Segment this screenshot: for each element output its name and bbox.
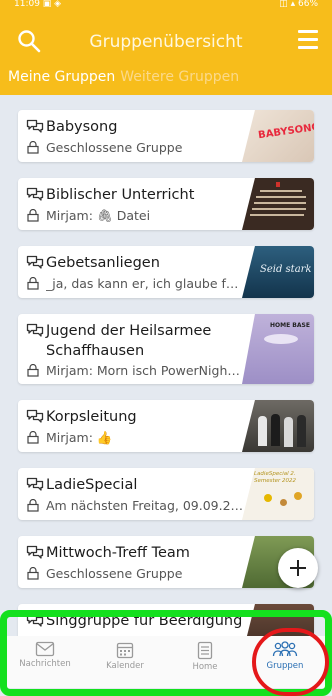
group-card-biblischer-unterricht[interactable]: Biblischer Unterricht Mirjam: 🖇 Datei bbox=[18, 178, 314, 230]
lock-icon bbox=[27, 277, 39, 290]
calendar-icon bbox=[116, 642, 134, 659]
thumbnail-text: Seid stark bbox=[260, 264, 312, 275]
group-subtitle: Mirjam: 🖇 Datei bbox=[46, 208, 151, 223]
group-name: Biblischer Unterricht bbox=[46, 187, 195, 203]
group-card-jugend-heilsarmee[interactable]: Jugend der Heilsarmee Schaffhausen Mirja… bbox=[18, 314, 314, 384]
group-thumbnail bbox=[242, 400, 314, 452]
group-thumbnail: BABYSONG bbox=[242, 110, 314, 162]
group-name: Mittwoch-Treff Team bbox=[46, 545, 190, 561]
chat-icon bbox=[26, 477, 44, 491]
group-subtitle: _ja, das kann er, ich glaube fes… bbox=[46, 276, 244, 291]
group-card-babysong[interactable]: Babysong Geschlossene Gruppe BABYSONG bbox=[18, 110, 314, 162]
chat-icon bbox=[26, 323, 44, 337]
nav-nachrichten[interactable]: Nachrichten bbox=[5, 636, 85, 688]
lock-icon bbox=[27, 431, 39, 444]
nav-label: Kalender bbox=[106, 661, 144, 671]
group-card-ladiespecial[interactable]: LadieSpecial Am nächsten Freitag, 09.09.… bbox=[18, 468, 314, 520]
chat-icon bbox=[26, 187, 44, 201]
group-name: Singgruppe für Beerdigung bbox=[46, 613, 243, 629]
group-subtitle: Geschlossene Gruppe bbox=[46, 140, 183, 155]
group-thumbnail: Seid stark bbox=[242, 246, 314, 298]
group-name: Jugend der Heilsarmee Schaffhausen bbox=[46, 323, 212, 359]
lock-icon bbox=[27, 141, 39, 154]
group-thumbnail: HOME BASE bbox=[242, 314, 314, 384]
chat-icon bbox=[26, 255, 44, 269]
status-indicators: ◫ ▴ 66% bbox=[279, 0, 318, 9]
app-header: Gruppenübersicht Meine Gruppen Weitere G… bbox=[0, 10, 332, 95]
page-title: Gruppenübersicht bbox=[89, 32, 243, 52]
thumbnail-text: BABYSONG bbox=[257, 121, 314, 142]
group-subtitle: Am nächsten Freitag, 09.09.20… bbox=[46, 498, 244, 513]
add-group-button[interactable] bbox=[278, 548, 318, 588]
group-card-mittwoch-treff-team[interactable]: Mittwoch-Treff Team Geschlossene Gruppe bbox=[18, 536, 314, 588]
lock-icon bbox=[27, 209, 39, 222]
home-list-icon bbox=[197, 641, 213, 660]
group-subtitle: Geschlossene Gruppe bbox=[46, 566, 183, 581]
group-card-korpsleitung[interactable]: Korpsleitung Mirjam: 👍 bbox=[18, 400, 314, 452]
group-thumbnail: LadieSpecial 2. Semester 2022 bbox=[242, 468, 314, 520]
mail-icon bbox=[35, 641, 55, 657]
nav-gruppen[interactable]: Gruppen bbox=[245, 636, 325, 688]
group-thumbnail bbox=[242, 604, 314, 636]
group-subtitle: Mirjam: 👍 bbox=[46, 430, 113, 445]
group-subtitle: Mirjam: Morn isch PowerNight … bbox=[46, 363, 244, 378]
plus-icon bbox=[290, 560, 306, 576]
nav-label: Nachrichten bbox=[19, 659, 71, 669]
chat-icon bbox=[26, 613, 44, 627]
group-card-singgruppe-beerdigung[interactable]: Singgruppe für Beerdigung bbox=[18, 604, 314, 636]
nav-label: Home bbox=[192, 662, 218, 672]
thumbnail-text: LadieSpecial 2. Semester 2022 bbox=[254, 471, 297, 484]
chat-icon bbox=[26, 119, 44, 133]
group-name: Korpsleitung bbox=[46, 409, 137, 425]
lock-icon bbox=[27, 364, 39, 377]
status-time: 11:09 ▣ ◈ bbox=[14, 0, 62, 9]
status-bar: 11:09 ▣ ◈ ◫ ▴ 66% bbox=[0, 0, 332, 10]
group-thumbnail bbox=[242, 178, 314, 230]
group-card-gebetsanliegen[interactable]: Gebetsanliegen _ja, das kann er, ich gla… bbox=[18, 246, 314, 298]
hamburger-menu-icon[interactable] bbox=[298, 30, 318, 50]
group-name: Babysong bbox=[46, 119, 118, 135]
group-name: Gebetsanliegen bbox=[46, 255, 160, 271]
bottom-navigation: Nachrichten Kalender Home Gruppen bbox=[5, 636, 325, 688]
lock-icon bbox=[27, 499, 39, 512]
chat-icon bbox=[26, 409, 44, 423]
nav-home[interactable]: Home bbox=[165, 636, 245, 688]
nav-label: Gruppen bbox=[266, 661, 304, 671]
group-tabs: Meine Gruppen Weitere Gruppen bbox=[8, 69, 239, 85]
thumbnail-text: HOME BASE bbox=[270, 322, 310, 329]
lock-icon bbox=[27, 567, 39, 580]
tab-meine-gruppen[interactable]: Meine Gruppen bbox=[8, 69, 115, 85]
group-name: LadieSpecial bbox=[46, 477, 138, 493]
group-people-icon bbox=[272, 641, 298, 657]
chat-icon bbox=[26, 545, 44, 559]
tab-weitere-gruppen[interactable]: Weitere Gruppen bbox=[120, 69, 239, 85]
nav-kalender[interactable]: Kalender bbox=[85, 636, 165, 688]
